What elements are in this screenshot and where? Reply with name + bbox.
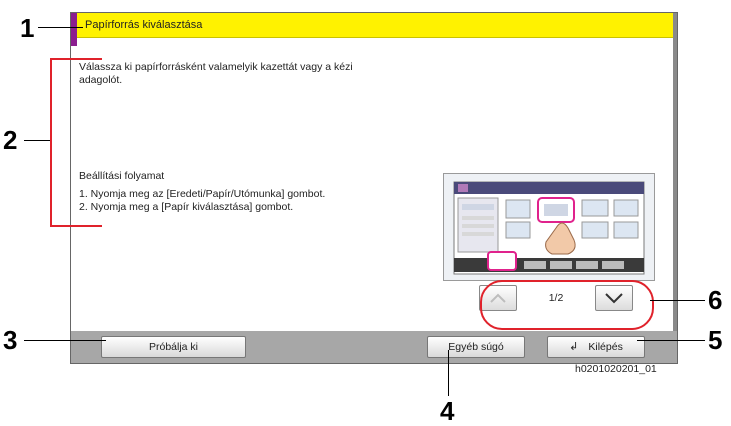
enter-icon: ↲ <box>569 341 579 353</box>
exit-button[interactable]: ↲ Kilépés <box>547 336 645 358</box>
highlight-description <box>50 58 102 227</box>
panel-illustration <box>443 173 655 281</box>
callout-5: 5 <box>708 325 723 355</box>
procedure-steps: 1. Nyomja meg az [Eredeti/Papír/Utómunka… <box>79 188 379 214</box>
bottom-bar: Próbálja ki Egyéb súgó ↲ Kilépés <box>71 331 677 363</box>
callout-6: 6 <box>708 285 723 315</box>
callout-1: 1 <box>20 13 35 43</box>
callout-line-4 <box>448 350 449 396</box>
other-help-button[interactable]: Egyéb súgó <box>427 336 525 358</box>
image-caption: h0201020201_01 <box>575 363 657 375</box>
callout-line-6 <box>650 300 705 301</box>
page-title: Papírforrás kiválasztása <box>85 19 203 31</box>
callout-2: 2 <box>3 125 18 155</box>
callout-line-3 <box>24 340 106 341</box>
callout-3: 3 <box>3 325 18 355</box>
exit-label: Kilépés <box>588 341 623 353</box>
highlight-pager <box>480 280 654 330</box>
try-button[interactable]: Próbálja ki <box>101 336 246 358</box>
procedure-step: 1. Nyomja meg az [Eredeti/Papír/Utómunka… <box>79 188 326 200</box>
callout-4: 4 <box>440 396 455 426</box>
title-bar: Papírforrás kiválasztása <box>77 13 673 38</box>
callout-line-5 <box>637 340 705 341</box>
description-text: Válassza ki papírforrásként valamelyik k… <box>79 61 353 86</box>
callout-line-2 <box>24 140 50 141</box>
illustration-image <box>453 181 645 275</box>
procedure-step: 2. Nyomja meg a [Papír kiválasztása] gom… <box>79 201 294 213</box>
callout-line-1 <box>38 27 83 28</box>
